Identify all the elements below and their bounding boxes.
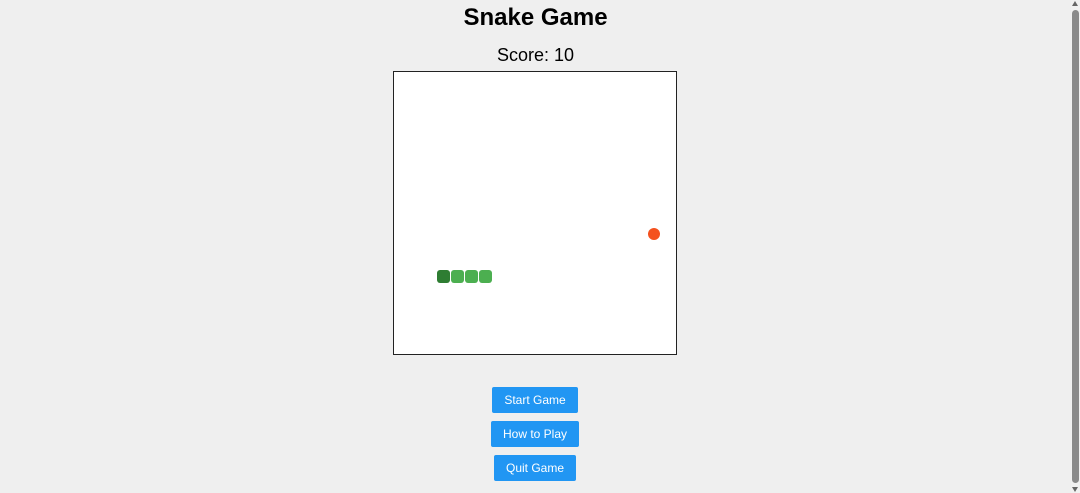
- quit-game-button[interactable]: Quit Game: [494, 455, 576, 481]
- vertical-scrollbar[interactable]: [1071, 0, 1080, 493]
- how-to-play-button[interactable]: How to Play: [491, 421, 579, 447]
- snake-segment: [451, 270, 464, 283]
- snake-segment: [479, 270, 492, 283]
- scrollbar-thumb[interactable]: [1072, 10, 1079, 483]
- scroll-up-arrow-icon[interactable]: [1072, 1, 1078, 6]
- snake-head: [437, 270, 450, 283]
- food-item: [648, 228, 660, 240]
- page: Snake Game Score: 10 Start Game How to P…: [0, 0, 1071, 493]
- start-game-button[interactable]: Start Game: [492, 387, 578, 413]
- score-display: Score: 10: [496, 45, 575, 65]
- game-board[interactable]: [393, 71, 677, 355]
- page-title: Snake Game: [463, 4, 608, 31]
- snake-segment: [465, 270, 478, 283]
- scroll-down-arrow-icon[interactable]: [1072, 487, 1078, 492]
